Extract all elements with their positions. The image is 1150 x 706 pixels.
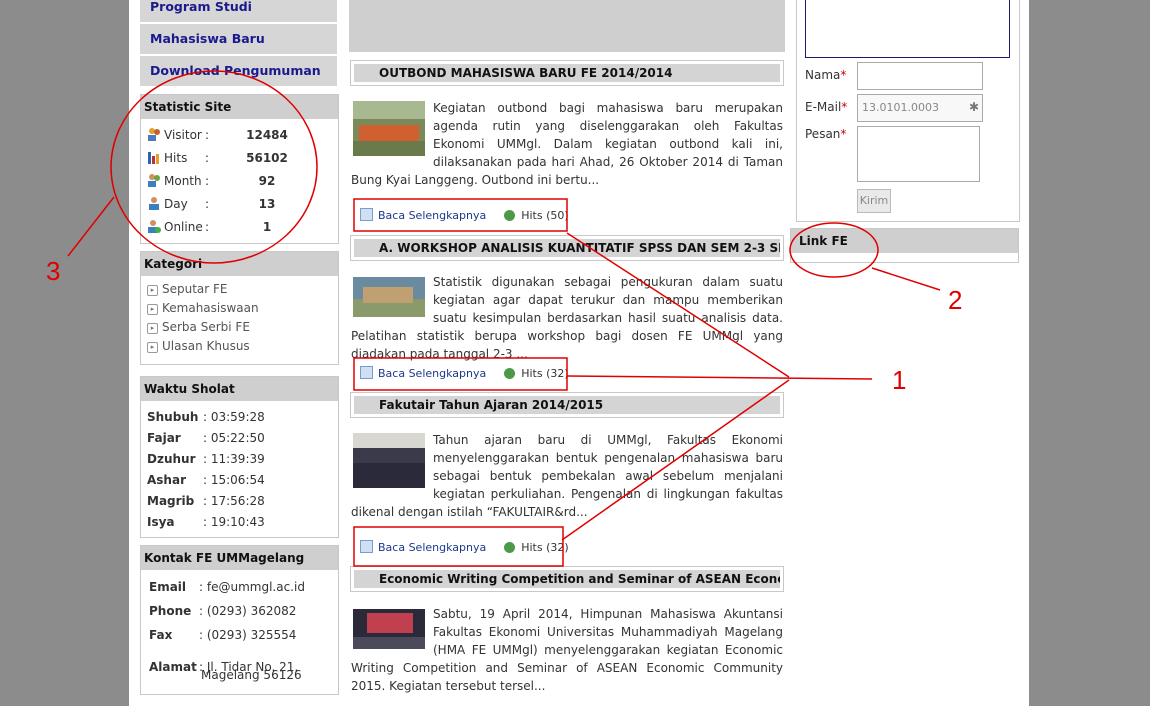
annotation-box-1c [353, 526, 564, 567]
annotation-overlay [67, 70, 941, 567]
annotation-number-1: 1 [892, 365, 907, 395]
annotation-box-1a [353, 198, 568, 232]
annotation-box-1b [353, 357, 568, 391]
annotation-line-1b [566, 375, 873, 380]
annotation-line-3 [67, 196, 115, 257]
annotation-line-2 [871, 267, 941, 291]
annotation-number-3: 3 [46, 256, 61, 286]
annotation-ellipse-2 [789, 222, 879, 278]
annotation-line-1a [566, 232, 790, 378]
annotation-number-2: 2 [948, 285, 963, 315]
annotation-line-1c [561, 379, 790, 541]
annotation-ellipse-3 [110, 70, 318, 264]
